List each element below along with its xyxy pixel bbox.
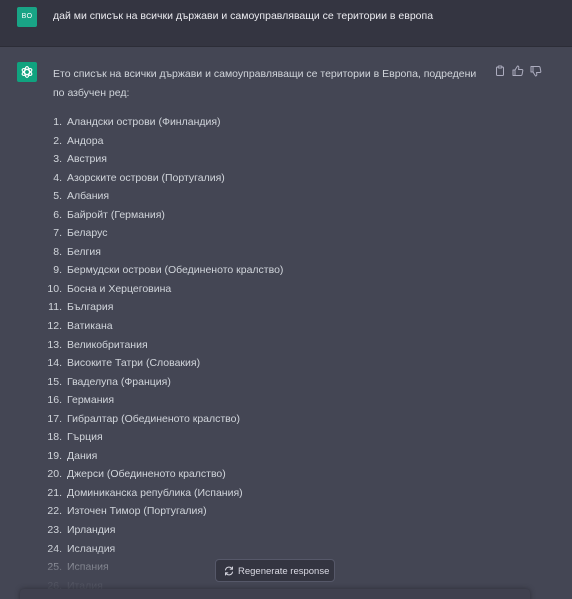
list-item-name: Босна и Херцеговина bbox=[67, 282, 172, 295]
list-item-number: 22. bbox=[47, 505, 62, 518]
list-item-name: Източен Тимор (Португалия) bbox=[67, 505, 207, 518]
assistant-avatar bbox=[17, 62, 37, 82]
list-item-name: Испания bbox=[67, 561, 109, 574]
list-item-name: Гибралтар (Обединеното кралство) bbox=[67, 412, 240, 425]
list-item-number: 23. bbox=[47, 524, 62, 537]
list-item-number: 20. bbox=[47, 468, 62, 481]
list-item-name: Доминиканска република (Испания) bbox=[67, 486, 243, 499]
list-item-number: 12. bbox=[47, 320, 62, 333]
list-item-number: 15. bbox=[47, 375, 62, 388]
list-item-number: 9. bbox=[53, 264, 62, 277]
list-item-number: 4. bbox=[53, 171, 62, 184]
list-item-number: 6. bbox=[53, 208, 62, 221]
chat-page: BO дай ми списък на всички държави и сам… bbox=[0, 0, 572, 599]
list-item-number: 5. bbox=[53, 190, 62, 203]
copy-icon[interactable] bbox=[494, 64, 506, 76]
list-item-name: Гърция bbox=[67, 431, 103, 444]
thumbs-up-icon[interactable] bbox=[512, 64, 524, 76]
list-item-name: Албания bbox=[67, 190, 110, 203]
list-item-name: Дания bbox=[67, 449, 98, 462]
list-item-number: 25. bbox=[47, 561, 62, 574]
regenerate-response-button[interactable]: Regenerate response bbox=[215, 559, 335, 582]
user-message-text: дай ми списък на всички държави и самоуп… bbox=[53, 10, 434, 22]
list-item-name: Аландски острови (Финландия) bbox=[67, 116, 221, 128]
list-item-number: 17. bbox=[47, 412, 62, 425]
list-item-name: Ирландия bbox=[67, 524, 116, 537]
list-item-number: 3. bbox=[53, 153, 62, 166]
list-item-name: Джерси (Обединеното кралство) bbox=[67, 468, 226, 481]
list-item-number: 11. bbox=[48, 301, 62, 314]
list-item-name: Белгия bbox=[67, 245, 101, 258]
list-item-number: 16. bbox=[47, 394, 62, 407]
refresh-icon bbox=[225, 566, 233, 576]
list-item-name: Бермудски острови (Обединеното кралство) bbox=[67, 264, 284, 277]
list-item-name: Беларус bbox=[67, 227, 108, 240]
list-item-name: България bbox=[67, 301, 114, 314]
message-input-bar[interactable] bbox=[20, 589, 530, 599]
list-item-number: 1. bbox=[53, 116, 62, 128]
list-item-number: 10. bbox=[47, 282, 62, 295]
list-item-name: Австрия bbox=[67, 153, 107, 166]
thumbs-down-icon[interactable] bbox=[530, 64, 542, 77]
list-item-name: Гваделупа (Франция) bbox=[67, 375, 171, 388]
regenerate-label: Regenerate response bbox=[238, 566, 330, 577]
list-item-name: Андора bbox=[67, 134, 104, 147]
list-item-number: 2. bbox=[53, 134, 62, 147]
list-item-number: 14. bbox=[47, 357, 62, 370]
list-item-name: Високите Татри (Словакия) bbox=[67, 357, 201, 370]
list-item-name: Байройт (Германия) bbox=[67, 208, 165, 221]
list-item-name: Исландия bbox=[67, 542, 116, 555]
list-item-number: 13. bbox=[47, 338, 62, 351]
user-message-row: BO дай ми списък на всички държави и сам… bbox=[0, 0, 572, 47]
user-avatar: BO bbox=[17, 7, 37, 27]
assistant-intro-text: Ето списък на всички държави и самоуправ… bbox=[53, 68, 477, 99]
list-item-number: 18. bbox=[47, 431, 62, 444]
list-item-name: Великобритания bbox=[67, 338, 148, 351]
message-actions bbox=[491, 64, 551, 78]
openai-logo-icon bbox=[21, 66, 33, 78]
list-item-name: Ватикана bbox=[67, 320, 113, 333]
list-item-name: Азорските острови (Португалия) bbox=[67, 171, 225, 184]
list-item-number: 8. bbox=[53, 245, 62, 258]
list-item-number: 7. bbox=[53, 227, 62, 240]
list-item-number: 19. bbox=[47, 449, 62, 462]
list-item-name: Германия bbox=[67, 394, 115, 407]
list-item-number: 21. bbox=[47, 486, 62, 499]
list-item-number: 24. bbox=[47, 542, 62, 555]
